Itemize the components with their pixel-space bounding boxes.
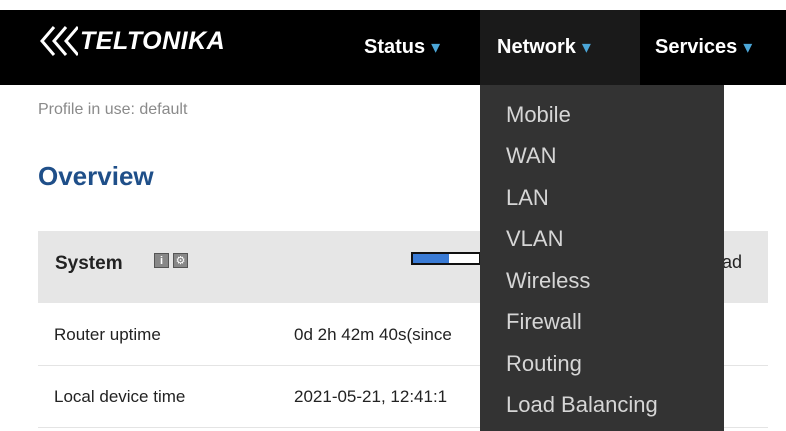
menu-item-wireless[interactable]: Wireless [506,268,590,294]
load-label: ad [722,252,743,272]
nav-status[interactable]: Status ▾ [364,10,440,85]
menu-item-routing[interactable]: Routing [506,351,582,377]
page-title: Overview [38,161,154,191]
info-icon[interactable]: i [154,253,169,268]
chevron-down-icon: ▾ [431,37,441,57]
chevron-down-icon: ▾ [743,37,753,57]
top-navigation-bar: TELTONIKA Status ▾ Network ▾ Services ▾ [0,10,786,85]
row-label: Local device time [54,387,186,406]
nav-services-label: Services [655,36,738,58]
nav-services[interactable]: Services ▾ [655,10,752,85]
nav-network[interactable]: Network ▾ [480,10,640,85]
menu-item-vlan[interactable]: VLAN [506,226,563,252]
system-panel-title: System [55,253,123,274]
load-bar-fill [413,254,450,263]
row-value: 0d 2h 42m 40s(since [294,325,452,344]
nav-status-label: Status [364,36,426,58]
menu-item-lan[interactable]: LAN [506,185,549,211]
menu-item-mobile[interactable]: Mobile [506,102,571,128]
row-label: Router uptime [54,325,161,344]
chevron-down-icon: ▾ [581,37,591,57]
network-dropdown-menu: Mobile WAN LAN VLAN Wireless Firewall Ro… [480,85,724,431]
gear-icon[interactable]: ⚙ [173,253,188,268]
teltonika-logo[interactable]: TELTONIKA [32,24,225,58]
nav-network-label: Network [497,36,576,58]
row-value: 2021-05-21, 12:41:1 [294,387,448,406]
menu-item-firewall[interactable]: Firewall [506,309,582,335]
teltonika-logo-icon [40,26,78,56]
menu-item-load-balancing[interactable]: Load Balancing [506,392,658,418]
logo-text: TELTONIKA [80,26,226,55]
load-bar [411,252,481,265]
profile-in-use: Profile in use: default [38,101,188,118]
menu-item-wan[interactable]: WAN [506,143,557,169]
